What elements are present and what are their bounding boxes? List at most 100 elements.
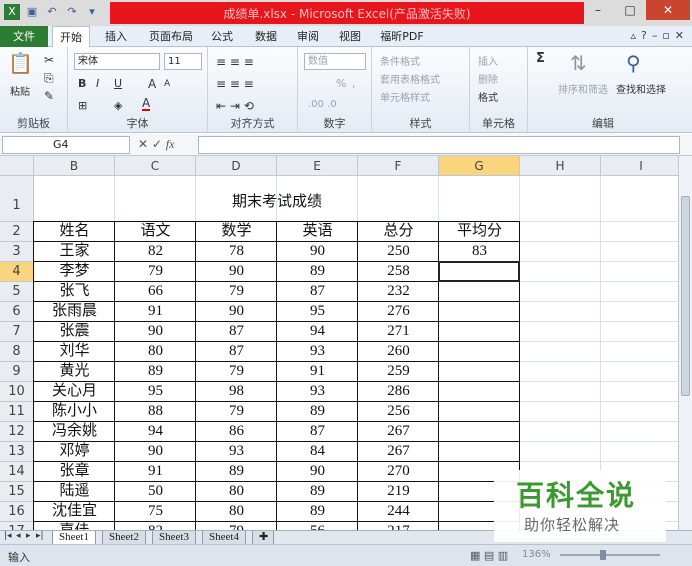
score-cell[interactable]: 84 [277, 442, 358, 462]
doc-close-icon[interactable]: ✕ [675, 29, 684, 42]
zoom-slider-knob[interactable] [600, 550, 606, 560]
header-cell[interactable]: 姓名 [34, 222, 115, 242]
score-cell[interactable]: 90 [115, 442, 196, 462]
score-cell[interactable]: 90 [196, 302, 277, 322]
comma-button[interactable]: , [352, 77, 356, 90]
view-buttons[interactable]: ▦ ▤ ▥ [470, 549, 508, 562]
row-header-12[interactable]: 12 [0, 422, 34, 442]
row-header-5[interactable]: 5 [0, 282, 34, 302]
score-cell[interactable]: 86 [196, 422, 277, 442]
font-color-button[interactable]: A [142, 97, 151, 111]
score-cell[interactable]: 89 [277, 262, 358, 282]
score-cell[interactable]: 90 [115, 322, 196, 342]
next-sheet-icon[interactable]: ▸ [26, 531, 31, 541]
score-cell[interactable]: 250 [358, 242, 439, 262]
score-cell[interactable]: 89 [115, 362, 196, 382]
row-header-11[interactable]: 11 [0, 402, 34, 422]
header-cell[interactable]: 语文 [115, 222, 196, 242]
shrink-font-button[interactable]: A [164, 79, 170, 89]
redo-icon[interactable]: ↷ [64, 4, 80, 20]
score-cell[interactable]: 79 [196, 402, 277, 422]
score-cell[interactable]: 219 [358, 482, 439, 502]
score-cell[interactable]: 267 [358, 442, 439, 462]
name-cell[interactable]: 黄光 [34, 362, 115, 382]
cancel-icon[interactable]: ✕ [138, 137, 148, 151]
name-box[interactable]: G4 [2, 136, 130, 154]
name-cell[interactable]: 张章 [34, 462, 115, 482]
format-as-table-button[interactable]: 套用表格格式 [380, 71, 440, 86]
number-format-select[interactable]: 数值 [304, 53, 366, 70]
score-cell[interactable]: 270 [358, 462, 439, 482]
score-cell[interactable]: 66 [115, 282, 196, 302]
header-cell[interactable]: 平均分 [439, 222, 520, 242]
last-sheet-icon[interactable]: ▸| [36, 531, 44, 541]
score-cell[interactable]: 89 [277, 502, 358, 522]
score-cell[interactable]: 80 [196, 502, 277, 522]
tab-insert[interactable]: 插入 [96, 26, 136, 47]
column-header-g[interactable]: G [439, 156, 520, 176]
score-cell[interactable]: 91 [277, 362, 358, 382]
score-cell[interactable]: 79 [196, 522, 277, 530]
tab-file[interactable]: 文件 [0, 26, 48, 47]
score-cell[interactable]: 91 [115, 302, 196, 322]
column-header-d[interactable]: D [196, 156, 277, 176]
tab-formulas[interactable]: 公式 [204, 26, 240, 47]
align-top-icon[interactable]: ≡ ≡ ≡ [216, 55, 254, 69]
score-cell[interactable]: 78 [196, 242, 277, 262]
new-sheet-icon[interactable]: ✚ [252, 531, 274, 545]
align-left-icon[interactable]: ≡ ≡ ≡ [216, 77, 254, 91]
score-cell[interactable]: 50 [115, 482, 196, 502]
score-cell[interactable]: 89 [196, 462, 277, 482]
column-header-c[interactable]: C [115, 156, 196, 176]
score-cell[interactable]: 286 [358, 382, 439, 402]
score-cell[interactable]: 256 [358, 402, 439, 422]
doc-restore-icon[interactable]: ▫ [662, 29, 669, 42]
name-cell[interactable]: 冯余姚 [34, 422, 115, 442]
percent-button[interactable]: % [336, 77, 346, 90]
autosum-button[interactable]: Σ [536, 51, 545, 66]
score-cell[interactable]: 89 [277, 402, 358, 422]
prev-sheet-icon[interactable]: ◂ [16, 531, 21, 541]
border-icon[interactable]: ⊞ [78, 99, 87, 112]
score-cell[interactable]: 276 [358, 302, 439, 322]
tab-review[interactable]: 审阅 [290, 26, 326, 47]
indent-icon[interactable]: ⇤ ⇥ ⟲ [216, 99, 254, 113]
name-cell[interactable]: 刘华 [34, 342, 115, 362]
clipboard-icon[interactable]: 📋 [8, 51, 33, 75]
score-cell[interactable]: 267 [358, 422, 439, 442]
score-cell[interactable]: 217 [358, 522, 439, 530]
underline-button[interactable]: U [114, 77, 122, 90]
score-cell[interactable]: 75 [115, 502, 196, 522]
score-cell[interactable]: 94 [115, 422, 196, 442]
score-cell[interactable]: 88 [115, 402, 196, 422]
score-cell[interactable]: 93 [277, 382, 358, 402]
name-cell[interactable]: 嘉佳 [34, 522, 115, 530]
help-icon[interactable]: ? [641, 29, 647, 42]
font-size-select[interactable]: 11 [164, 53, 202, 70]
row-header-6[interactable]: 6 [0, 302, 34, 322]
save-icon[interactable]: ▣ [24, 4, 40, 20]
column-header-h[interactable]: H [520, 156, 601, 176]
score-cell[interactable]: 87 [196, 342, 277, 362]
name-cell[interactable]: 张震 [34, 322, 115, 342]
select-all-corner[interactable] [0, 156, 34, 176]
score-cell[interactable]: 79 [196, 362, 277, 382]
score-cell[interactable]: 90 [277, 242, 358, 262]
name-cell[interactable]: 陈小小 [34, 402, 115, 422]
score-cell[interactable]: 87 [196, 322, 277, 342]
collapse-ribbon-icon[interactable]: ▵ [630, 29, 636, 42]
tab-home[interactable]: 开始 [52, 26, 90, 48]
tab-foxit-pdf[interactable]: 福昕PDF [374, 26, 430, 47]
score-cell[interactable]: 260 [358, 342, 439, 362]
name-cell[interactable]: 李梦 [34, 262, 115, 282]
score-cell[interactable]: 94 [277, 322, 358, 342]
formula-input[interactable] [198, 136, 680, 154]
column-header-i[interactable]: I [601, 156, 678, 176]
sheet-tab-1[interactable]: Sheet1 [52, 531, 96, 545]
fill-color-icon[interactable]: ◈ [114, 99, 122, 112]
sheet-tab-3[interactable]: Sheet3 [152, 531, 196, 545]
find-select-button[interactable]: 查找和选择 [616, 81, 666, 96]
zoom-slider[interactable] [560, 554, 660, 556]
font-name-select[interactable]: 宋体 [74, 53, 160, 70]
sheet-tab-4[interactable]: Sheet4 [202, 531, 246, 545]
